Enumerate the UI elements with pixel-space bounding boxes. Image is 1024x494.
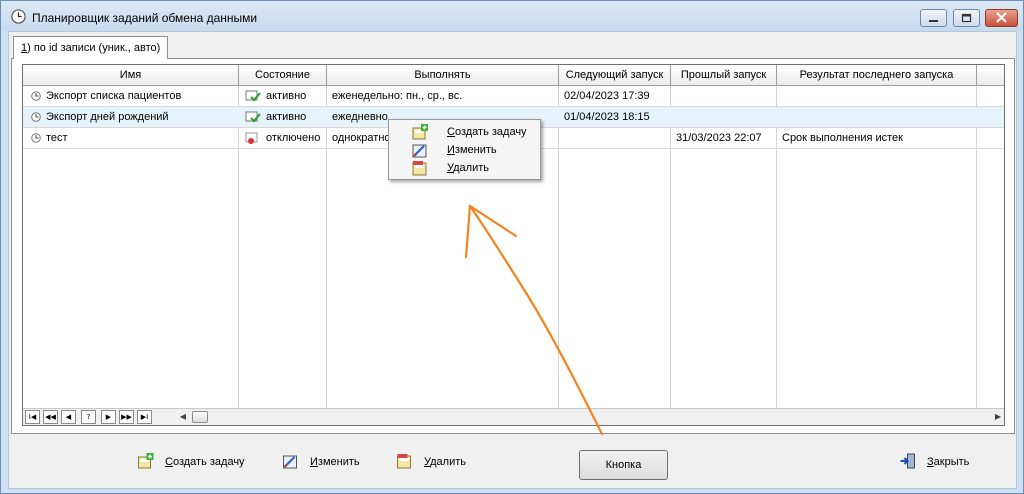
tab-label: ) по id записи (уник., авто) <box>27 42 161 54</box>
grid-navigator: I◀ ◀◀ ◀ ? ▶ ▶▶ ▶I ◀ ▶ <box>23 408 1004 425</box>
edit-task-icon <box>283 455 297 469</box>
edit-task-button[interactable]: Изменить <box>282 452 372 472</box>
tab-by-id[interactable]: 1) по id записи (уник., авто) <box>13 36 169 59</box>
nav-next-page-button[interactable]: ▶▶ <box>119 410 134 424</box>
maximize-icon <box>961 13 972 23</box>
edit-accel: И <box>310 456 318 468</box>
minimize-icon <box>929 20 938 22</box>
delete-task-icon <box>397 454 411 469</box>
edit-task-icon <box>412 144 427 158</box>
table-row[interactable]: Экспорт списка пациентов активно еженеде… <box>23 86 1004 107</box>
edit-label: зменить <box>317 456 360 468</box>
create-accel: С <box>165 456 173 468</box>
create-label: оздать задачу <box>172 456 245 468</box>
minimize-button[interactable] <box>920 9 947 27</box>
exit-door-icon <box>900 453 915 469</box>
task-disabled-icon <box>245 132 258 144</box>
column-name[interactable]: Имя <box>23 65 239 86</box>
create-task-icon <box>412 124 428 140</box>
nav-prev-button[interactable]: ◀ <box>61 410 76 424</box>
ctx-edit-task[interactable]: Изменить <box>391 141 539 159</box>
close-button[interactable]: Закрыть <box>899 452 979 472</box>
create-task-button[interactable]: Создать задачу <box>137 452 257 472</box>
scroll-right-arrow-icon[interactable]: ▶ <box>991 410 1004 424</box>
column-schedule[interactable]: Выполнять <box>327 65 559 86</box>
cell-last-result: Срок выполнения истек <box>782 132 903 144</box>
cell-name: Экспорт дней рождений <box>46 111 169 123</box>
grid-header: Имя Состояние Выполнять Следующий запуск… <box>23 65 1004 86</box>
center-button[interactable]: Кнопка <box>579 450 668 480</box>
scroll-left-arrow-icon[interactable]: ◀ <box>176 410 190 424</box>
cell-state: отключено <box>266 132 321 144</box>
cell-state: активно <box>266 90 307 102</box>
nav-prev-page-button[interactable]: ◀◀ <box>43 410 58 424</box>
delete-task-icon <box>412 161 427 176</box>
clock-icon <box>31 133 41 143</box>
cell-state: активно <box>266 111 307 123</box>
cell-schedule: однократно <box>332 132 391 144</box>
maximize-button[interactable] <box>953 9 980 27</box>
cell-next-run: 01/04/2023 18:15 <box>564 111 650 123</box>
cell-name: тест <box>46 132 68 144</box>
clock-icon <box>31 112 41 122</box>
nav-last-button[interactable]: ▶I <box>137 410 152 424</box>
nav-next-button[interactable]: ▶ <box>101 410 116 424</box>
ctx-delete-task[interactable]: Удалить <box>391 159 539 177</box>
clock-icon <box>31 91 41 101</box>
title-bar[interactable]: Планировщик заданий обмена данными <box>1 1 1023 31</box>
close-icon <box>996 12 1007 23</box>
cell-last-run: 31/03/2023 22:07 <box>676 132 762 144</box>
ctx-create-accel: С <box>447 126 455 138</box>
clock-icon <box>11 9 26 24</box>
delete-label: далить <box>430 456 467 468</box>
column-last-result[interactable]: Результат последнего запуска <box>777 65 977 86</box>
close-label: акрыть <box>933 456 970 468</box>
column-next-run[interactable]: Следующий запуск <box>559 65 671 86</box>
ctx-edit-label: зменить <box>454 144 497 156</box>
column-last-run[interactable]: Прошлый запуск <box>671 65 777 86</box>
window-title: Планировщик заданий обмена данными <box>32 11 258 25</box>
cell-next-run: 02/04/2023 17:39 <box>564 90 650 102</box>
nav-query-button[interactable]: ? <box>81 410 96 424</box>
context-menu: Создать задачу Изменить Удалить <box>388 119 541 180</box>
close-accel: З <box>927 456 934 468</box>
task-active-icon <box>245 90 261 102</box>
cell-schedule: ежедневно <box>332 111 388 123</box>
ctx-edit-accel: И <box>447 144 455 156</box>
ctx-create-label: оздать задачу <box>454 126 527 138</box>
nav-first-button[interactable]: I◀ <box>25 410 40 424</box>
create-task-icon <box>138 453 154 469</box>
ctx-create-task[interactable]: Создать задачу <box>391 123 539 141</box>
cell-schedule: еженедельно: пн., ср., вс. <box>332 90 463 102</box>
task-active-icon <box>245 111 261 123</box>
ctx-delete-label: далить <box>453 162 490 174</box>
column-state[interactable]: Состояние <box>239 65 327 86</box>
delete-task-button[interactable]: Удалить <box>396 452 476 472</box>
close-window-button[interactable] <box>985 9 1018 27</box>
horizontal-scroll-thumb[interactable] <box>192 411 208 423</box>
cell-name: Экспорт списка пациентов <box>46 90 182 102</box>
